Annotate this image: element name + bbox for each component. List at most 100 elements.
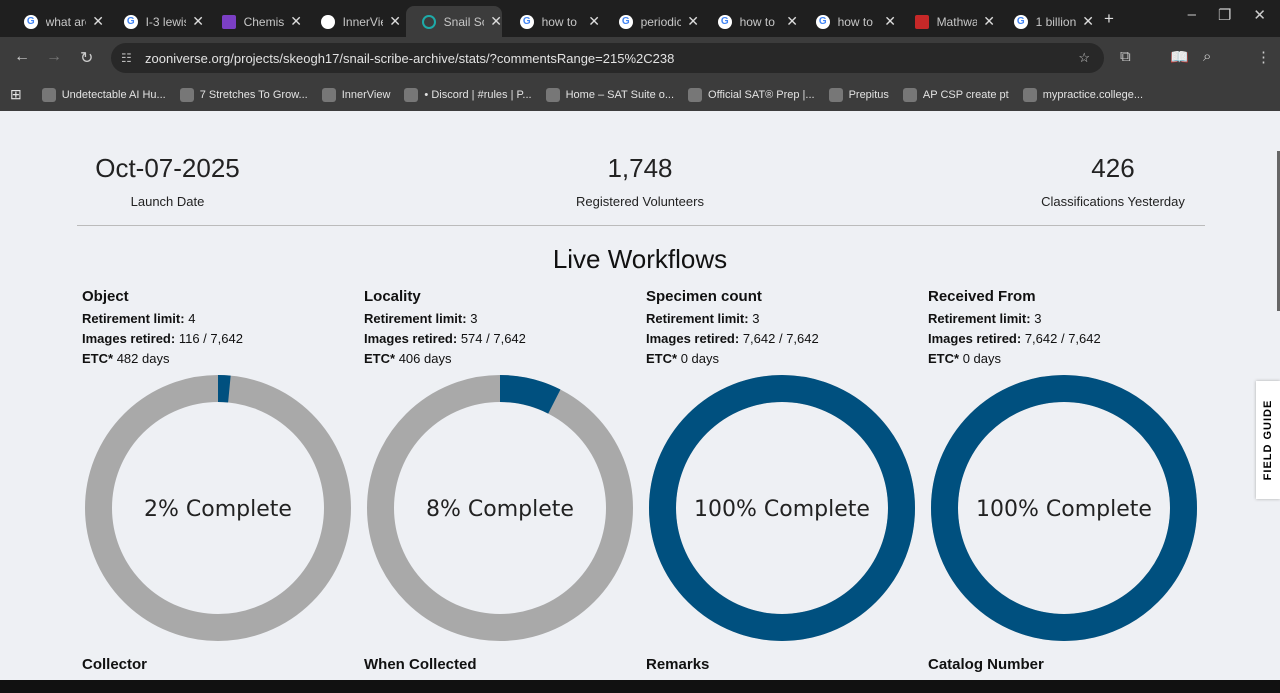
percent-complete: 100% Complete bbox=[976, 497, 1152, 522]
images-label: Images retired: bbox=[928, 331, 1022, 346]
tab[interactable]: Mathway ✕ bbox=[899, 6, 995, 37]
tab[interactable]: Snail Scribe ✕ bbox=[406, 6, 502, 37]
tab-title: Snail Scribe bbox=[443, 14, 485, 29]
close-tab-icon[interactable]: ✕ bbox=[884, 13, 896, 30]
close-tab-icon[interactable]: ✕ bbox=[490, 13, 502, 30]
workflow-name: When Collected bbox=[364, 656, 477, 673]
bookmark-item[interactable]: mypractice.college... bbox=[1022, 87, 1143, 102]
forward-icon[interactable]: → bbox=[46, 48, 62, 66]
bookmark-item[interactable]: Home – SAT Suite o... bbox=[545, 87, 674, 102]
tab-strip: Gwhat are✕GI-3 lewis✕Chemistry✕InnerView… bbox=[0, 0, 1280, 37]
tab[interactable]: Gperiodic ✕ bbox=[603, 6, 699, 37]
restore-icon[interactable]: ❐ bbox=[1218, 6, 1231, 24]
stat-value: 426 bbox=[1091, 153, 1135, 183]
google-icon: G bbox=[520, 14, 534, 29]
images-value: 7,642 / 7,642 bbox=[742, 331, 819, 346]
bookmark-item[interactable]: 7 Stretches To Grow... bbox=[179, 87, 308, 102]
workflow-name: Specimen count bbox=[646, 288, 762, 305]
tab[interactable]: Ghow to ✕ bbox=[504, 6, 600, 37]
close-window-icon[interactable]: ✕ bbox=[1253, 6, 1266, 24]
minimize-icon[interactable]: – bbox=[1188, 6, 1196, 24]
tab[interactable]: InnerView ✕ bbox=[305, 6, 401, 37]
close-tab-icon[interactable]: ✕ bbox=[192, 13, 204, 30]
tab-title: how to bbox=[541, 14, 577, 29]
google-icon: G bbox=[24, 14, 38, 29]
percent-complete: 2% Complete bbox=[144, 497, 292, 522]
stat-launch-date: Oct-07-2025 Launch Date bbox=[80, 153, 255, 209]
extensions-icon[interactable]: ⧉ bbox=[1120, 48, 1131, 65]
images-label: Images retired: bbox=[646, 331, 740, 346]
divider bbox=[77, 225, 1205, 226]
tab-title: Chemistry bbox=[243, 14, 285, 29]
reload-icon[interactable]: ↻ bbox=[80, 48, 93, 68]
bookmark-star-icon[interactable]: ☆ bbox=[1078, 50, 1090, 66]
etc-label: ETC* bbox=[646, 351, 678, 366]
etc-label: ETC* bbox=[364, 351, 396, 366]
field-guide-button[interactable]: FIELD GUIDE bbox=[1256, 381, 1280, 499]
close-tab-icon[interactable]: ✕ bbox=[92, 13, 104, 30]
section-title: Live Workflows bbox=[552, 244, 728, 274]
bookmark-item[interactable]: AP CSP create pt bbox=[902, 87, 1009, 102]
stat-value: 1,748 bbox=[607, 153, 673, 183]
bookmarks-bar: ⊞ Undetectable AI Hu... 7 Stretches To Gr… bbox=[0, 78, 1280, 111]
close-tab-icon[interactable]: ✕ bbox=[687, 13, 699, 30]
bookmark-item[interactable]: Undetectable AI Hu... bbox=[41, 87, 166, 102]
retirement-value: 3 bbox=[470, 311, 478, 326]
tab[interactable]: Chemistry ✕ bbox=[206, 6, 302, 37]
tab[interactable]: G I-3 lewis ✕ bbox=[108, 6, 204, 37]
retirement-label: Retirement limit: bbox=[364, 311, 467, 326]
etc-label: ETC* bbox=[82, 351, 114, 366]
stat-label: Registered Volunteers bbox=[576, 194, 704, 209]
google-icon: G bbox=[816, 14, 830, 29]
progress-donut: 100% Complete bbox=[649, 375, 915, 641]
bookmark-label: Prepitus bbox=[848, 88, 889, 101]
retirement-label: Retirement limit: bbox=[646, 311, 749, 326]
etc-value: 0 days bbox=[680, 351, 719, 366]
tab[interactable]: Ghow to ✕ bbox=[702, 6, 798, 37]
taskbar bbox=[0, 680, 1280, 693]
close-tab-icon[interactable]: ✕ bbox=[290, 13, 302, 30]
images-value: 116 / 7,642 bbox=[178, 331, 243, 346]
innerview-icon bbox=[321, 14, 335, 29]
bookmark-favicon-icon bbox=[404, 87, 419, 102]
tab-title: how to bbox=[739, 14, 775, 29]
tab-title: what are bbox=[45, 14, 87, 29]
bookmark-item[interactable]: InnerView bbox=[321, 87, 390, 102]
bookmark-item[interactable]: • Discord | #rules | P... bbox=[404, 87, 532, 102]
progress-donut: 8% Complete bbox=[367, 375, 633, 641]
lens-icon[interactable]: ⌕ bbox=[1203, 48, 1211, 65]
bookmark-favicon-icon bbox=[179, 87, 194, 102]
retirement-label: Retirement limit: bbox=[928, 311, 1031, 326]
apps-icon[interactable]: ⊞ bbox=[10, 86, 22, 103]
address-bar[interactable]: ☷ zooniverse.org/projects/skeogh17/snail… bbox=[111, 43, 1104, 73]
retirement-value: 3 bbox=[1034, 311, 1042, 326]
tab[interactable]: G 1 billion ✕ bbox=[998, 6, 1094, 37]
reading-mode-icon[interactable]: 📖 bbox=[1170, 48, 1189, 66]
close-tab-icon[interactable]: ✕ bbox=[588, 13, 600, 30]
close-tab-icon[interactable]: ✕ bbox=[1082, 13, 1094, 30]
percent-complete: 8% Complete bbox=[426, 497, 574, 522]
stat-classifications: 426 Classifications Yesterday bbox=[1013, 153, 1213, 209]
field-guide-label: FIELD GUIDE bbox=[1262, 399, 1274, 481]
back-icon[interactable]: ← bbox=[14, 48, 30, 66]
bookmark-item[interactable]: Official SAT® Prep |... bbox=[688, 87, 815, 102]
bookmark-label: Undetectable AI Hu... bbox=[61, 88, 166, 101]
bookmark-item[interactable]: Prepitus bbox=[828, 87, 889, 102]
tab[interactable]: Gwhat are ✕ bbox=[8, 6, 104, 37]
new-tab-button[interactable]: + bbox=[1104, 9, 1114, 29]
tab[interactable]: Ghow to ✕ bbox=[800, 6, 896, 37]
bookmark-label: 7 Stretches To Grow... bbox=[199, 88, 308, 101]
close-tab-icon[interactable]: ✕ bbox=[786, 13, 798, 30]
tab-title: I-3 lewis bbox=[145, 14, 187, 29]
bookmark-favicon-icon bbox=[321, 87, 336, 102]
workflow-card: Locality Retirement limit: 3 Images reti… bbox=[364, 288, 634, 371]
bookmark-favicon-icon bbox=[688, 87, 703, 102]
close-tab-icon[interactable]: ✕ bbox=[983, 13, 995, 30]
url-text: zooniverse.org/projects/skeogh17/snail-s… bbox=[145, 50, 675, 66]
close-tab-icon[interactable]: ✕ bbox=[389, 13, 401, 30]
etc-label: ETC* bbox=[928, 351, 960, 366]
workflow-name: Remarks bbox=[646, 656, 710, 673]
menu-icon[interactable]: ⋮ bbox=[1256, 48, 1271, 66]
retirement-value: 4 bbox=[188, 311, 196, 326]
site-info-icon[interactable]: ☷ bbox=[121, 51, 132, 65]
